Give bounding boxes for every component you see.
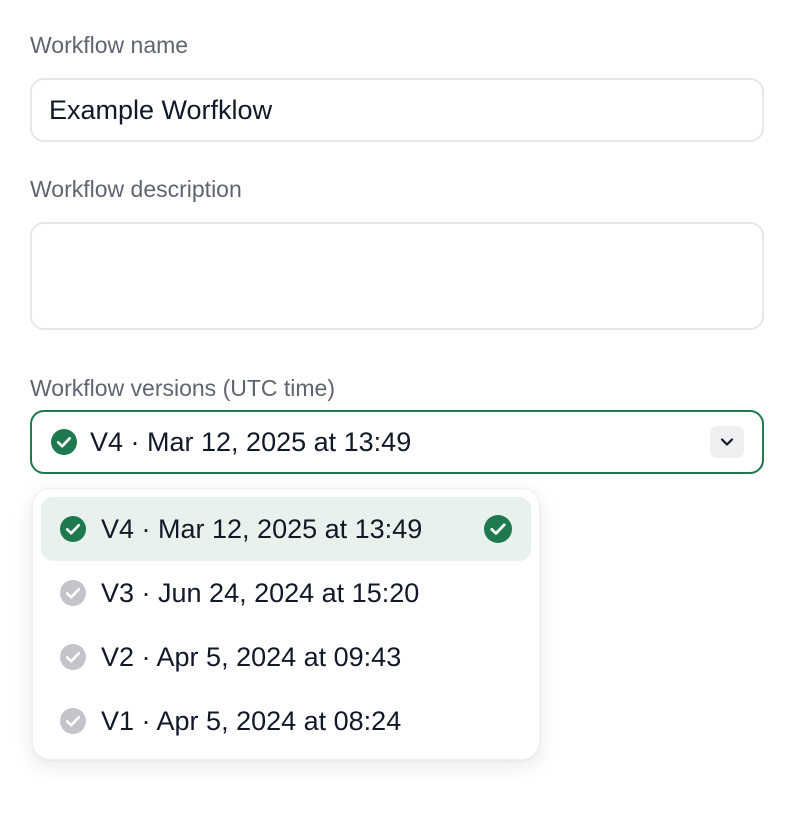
check-circle-icon [59, 643, 87, 671]
dropdown-toggle[interactable] [710, 426, 744, 458]
workflow-versions-select[interactable]: V4 · Mar 12, 2025 at 13:49 [30, 410, 764, 474]
check-circle-icon [59, 707, 87, 735]
workflow-form: Workflow name Workflow description Workf… [0, 0, 794, 822]
check-circle-icon [59, 579, 87, 607]
workflow-name-label: Workflow name [30, 32, 189, 58]
workflow-description-input[interactable] [30, 222, 764, 330]
check-circle-icon [50, 428, 78, 456]
check-circle-icon [59, 515, 87, 543]
selected-check-icon [483, 514, 513, 544]
version-option[interactable]: V1 · Apr 5, 2024 at 08:24 [41, 689, 531, 753]
versions-dropdown-menu: V4 · Mar 12, 2025 at 13:49 V3 · Jun 24, … [32, 488, 540, 760]
version-option-label: V4 · Mar 12, 2025 at 13:49 [101, 513, 423, 544]
workflow-versions-label: Workflow versions (UTC time) [30, 375, 335, 401]
chevron-down-icon [720, 438, 734, 446]
version-option[interactable]: V4 · Mar 12, 2025 at 13:49 [41, 497, 531, 561]
version-option-label: V3 · Jun 24, 2024 at 15:20 [101, 577, 420, 608]
selected-version-value: V4 · Mar 12, 2025 at 13:49 [90, 426, 412, 457]
version-option[interactable]: V2 · Apr 5, 2024 at 09:43 [41, 625, 531, 689]
version-option[interactable]: V3 · Jun 24, 2024 at 15:20 [41, 561, 531, 625]
version-option-label: V1 · Apr 5, 2024 at 08:24 [101, 705, 402, 736]
version-option-label: V2 · Apr 5, 2024 at 09:43 [101, 641, 402, 672]
workflow-description-label: Workflow description [30, 176, 242, 202]
workflow-name-input[interactable] [30, 78, 764, 142]
